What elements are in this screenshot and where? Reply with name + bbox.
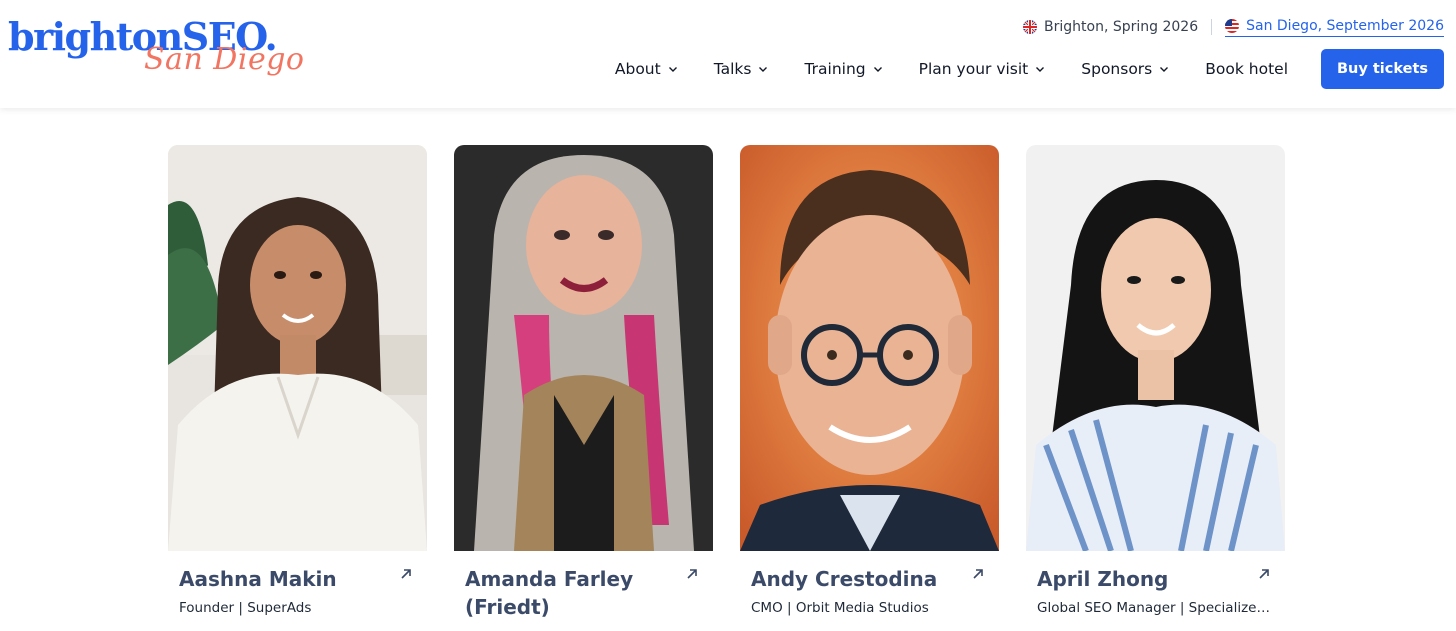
edition-san-diego-label: San Diego, September 2026 (1246, 17, 1444, 34)
speaker-photo[interactable] (454, 145, 713, 551)
site-header: brightonSEO. San Diego Brighton, Spring … (0, 0, 1456, 108)
speaker-card[interactable]: Aashna Makin Founder | SuperAds (168, 145, 427, 616)
nav-training[interactable]: Training (804, 60, 882, 78)
chevron-down-icon (873, 67, 882, 72)
speaker-card[interactable]: Andy Crestodina CMO | Orbit Media Studio… (740, 145, 999, 616)
edition-brighton-link[interactable]: Brighton, Spring 2026 (1023, 19, 1198, 35)
edition-san-diego-link[interactable]: San Diego, September 2026 (1225, 18, 1444, 37)
edition-brighton-label: Brighton, Spring 2026 (1044, 19, 1199, 35)
edition-switcher: Brighton, Spring 2026 San Diego, Septemb… (1023, 16, 1444, 38)
external-link-arrow-icon[interactable] (685, 567, 699, 581)
speaker-photo[interactable] (1026, 145, 1285, 551)
speaker-name[interactable]: Amanda Farley (Friedt) (465, 565, 665, 621)
nav-sponsors-label: Sponsors (1081, 60, 1153, 78)
external-link-arrow-icon[interactable] (399, 567, 413, 581)
logo-location: San Diego (144, 42, 305, 77)
edition-divider (1211, 19, 1213, 35)
buy-tickets-button[interactable]: Buy tickets (1321, 49, 1444, 89)
speaker-card[interactable]: Amanda Farley (Friedt) (454, 145, 713, 619)
nav-talks-label: Talks (713, 60, 752, 78)
nav-training-label: Training (804, 60, 866, 78)
external-link-arrow-icon[interactable] (1257, 567, 1271, 581)
main-nav: About Talks Training Plan your visit Spo… (615, 49, 1444, 89)
nav-plan-your-visit[interactable]: Plan your visit (919, 60, 1046, 78)
speaker-role: Founder | SuperAds (179, 600, 312, 616)
chevron-down-icon (668, 67, 677, 72)
speaker-role: CMO | Orbit Media Studios (751, 600, 929, 616)
speaker-name[interactable]: Aashna Makin (179, 565, 379, 593)
speaker-card[interactable]: April Zhong Global SEO Manager | Special… (1026, 145, 1285, 616)
brighton-seo-logo[interactable]: brightonSEO. San Diego (8, 14, 304, 94)
speaker-photo[interactable] (740, 145, 999, 551)
nav-sponsors[interactable]: Sponsors (1081, 60, 1169, 78)
us-flag-icon (1225, 18, 1240, 33)
chevron-down-icon (1036, 67, 1045, 72)
uk-flag-icon (1023, 20, 1037, 34)
speaker-role: Global SEO Manager | Specialized... (1037, 600, 1277, 616)
nav-plan-your-visit-label: Plan your visit (918, 60, 1029, 78)
speaker-name[interactable]: April Zhong (1037, 565, 1237, 593)
nav-about[interactable]: About (615, 60, 678, 78)
nav-book-hotel-label: Book hotel (1205, 60, 1288, 78)
chevron-down-icon (759, 67, 768, 72)
external-link-arrow-icon[interactable] (971, 567, 985, 581)
chevron-down-icon (1160, 67, 1169, 72)
speaker-photo[interactable] (168, 145, 427, 551)
speaker-name[interactable]: Andy Crestodina (751, 565, 951, 593)
nav-talks[interactable]: Talks (714, 60, 769, 78)
nav-book-hotel[interactable]: Book hotel (1205, 60, 1288, 78)
nav-about-label: About (614, 60, 661, 78)
